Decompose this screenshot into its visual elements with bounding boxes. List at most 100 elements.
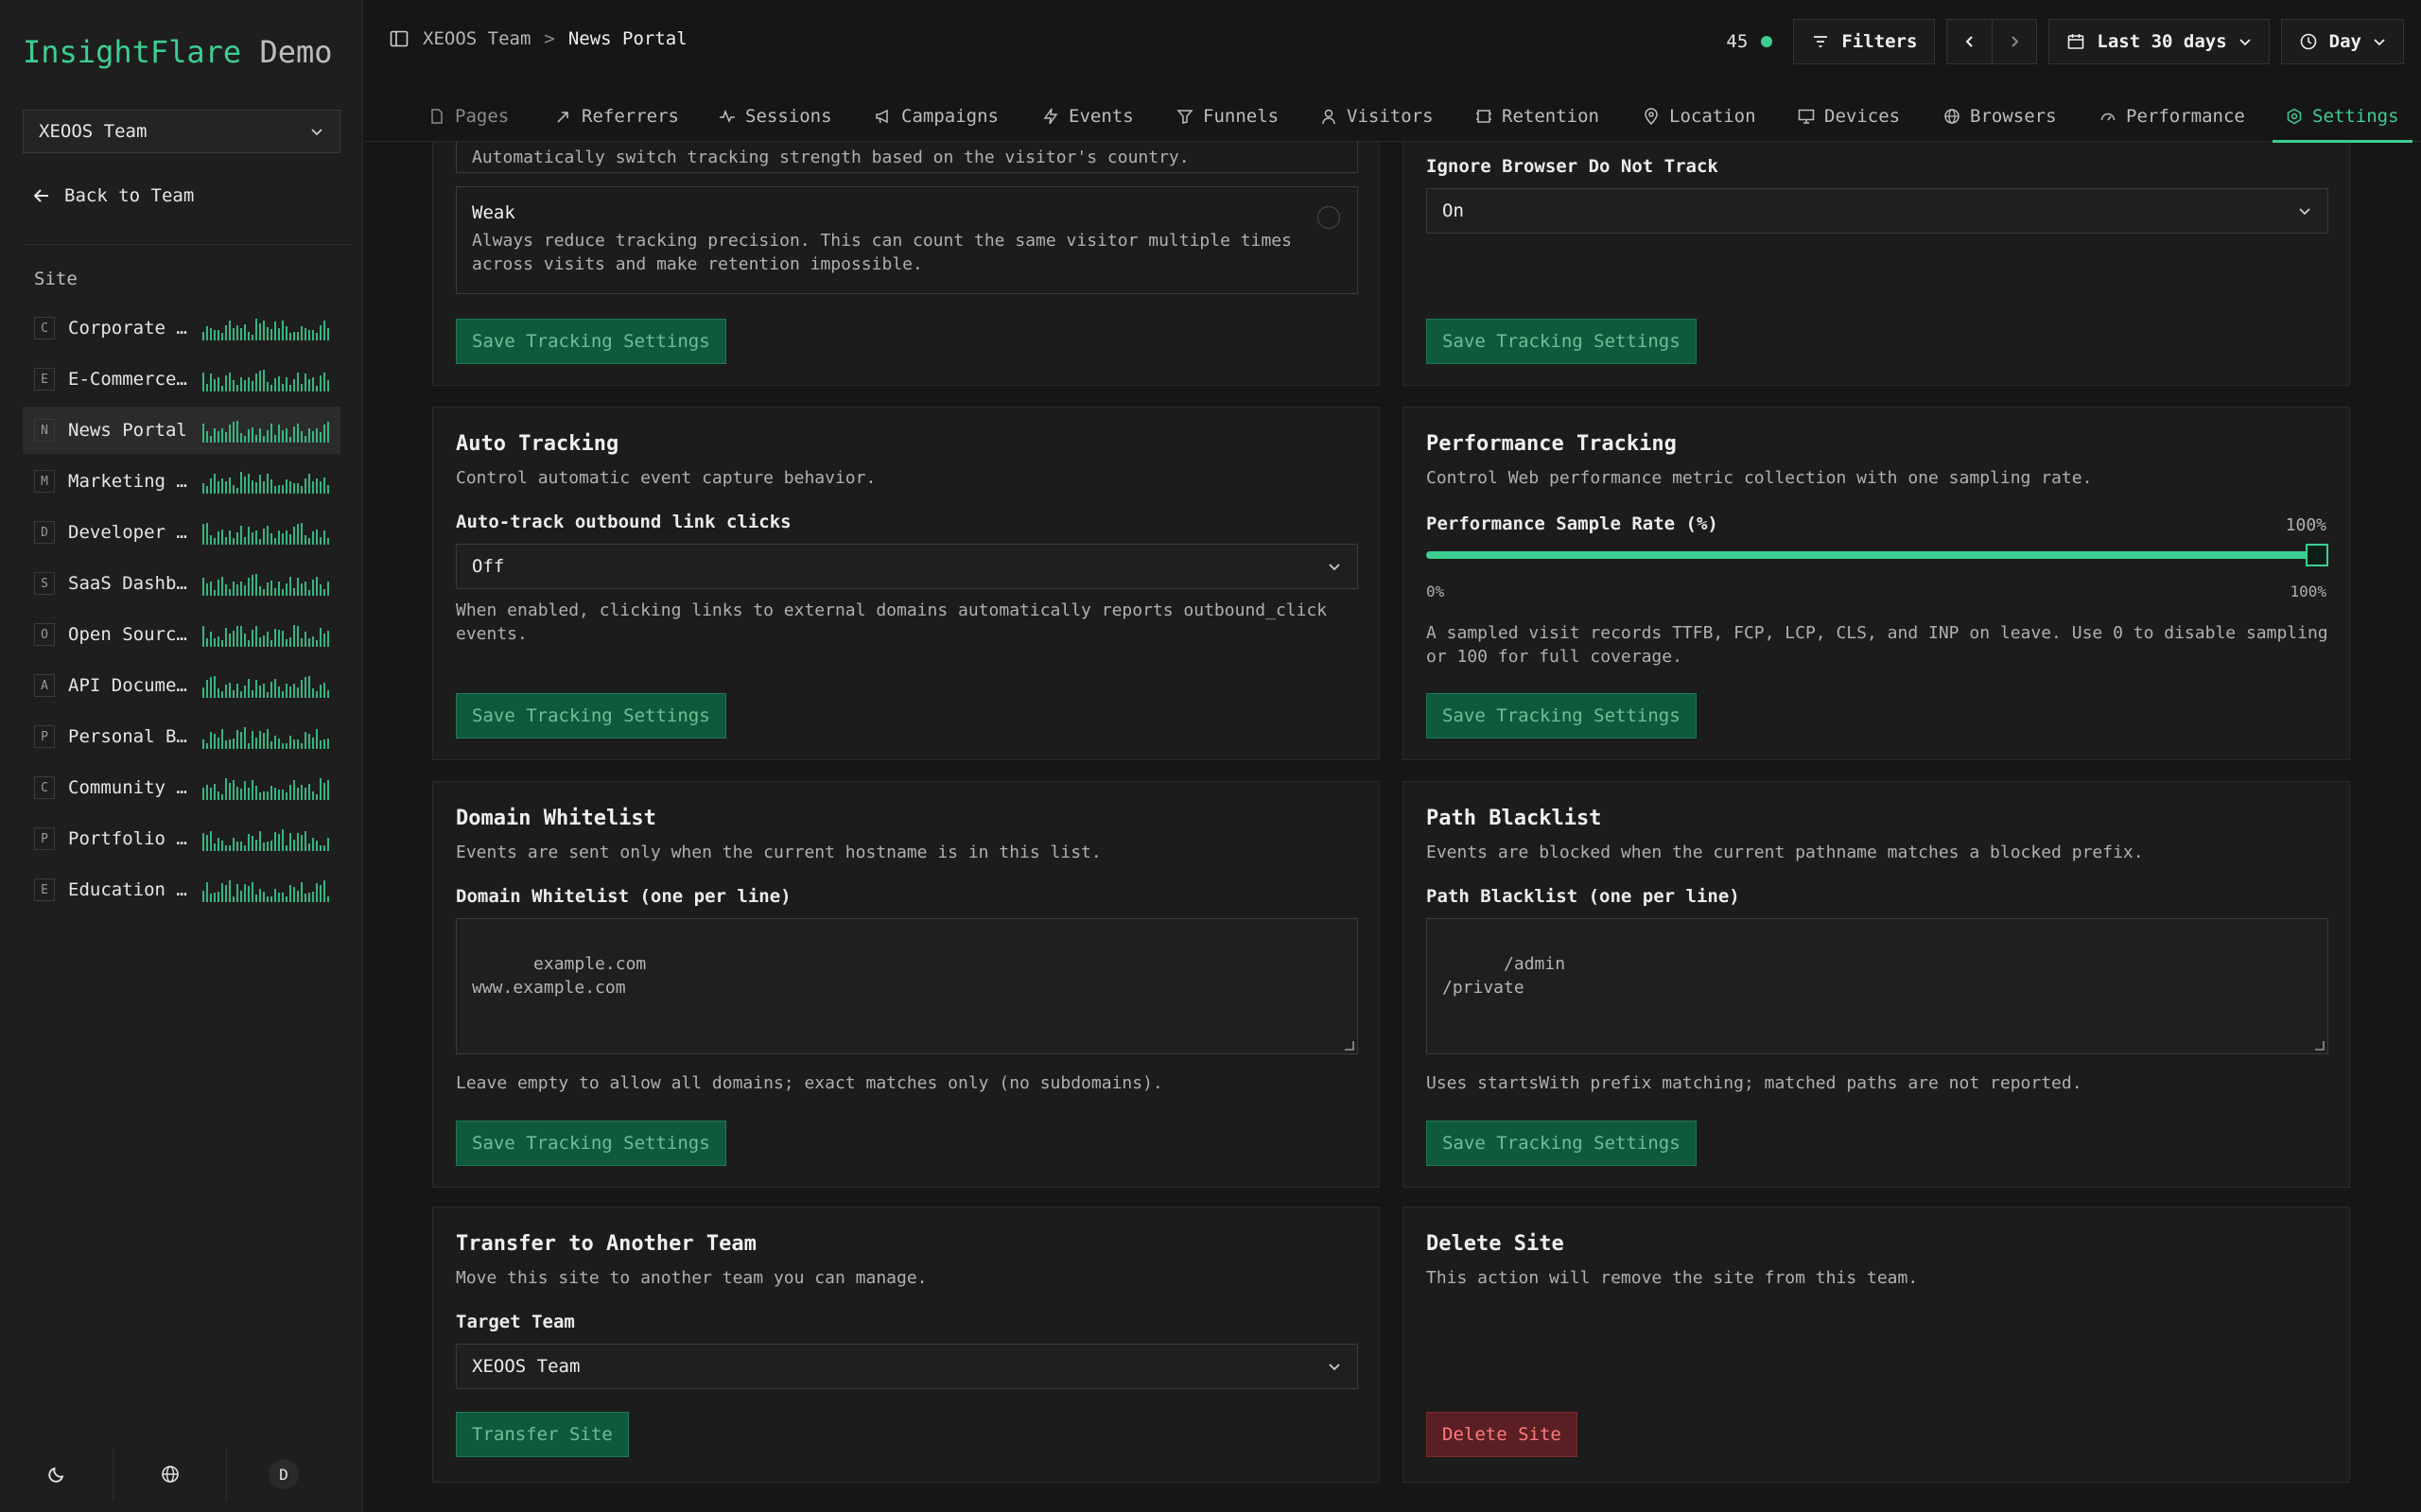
sparkline-bar xyxy=(255,840,257,851)
save-tracking-settings-button[interactable]: Save Tracking Settings xyxy=(1426,693,1697,739)
dnt-select[interactable]: On xyxy=(1426,188,2328,234)
save-tracking-settings-button[interactable]: Save Tracking Settings xyxy=(456,693,726,739)
sparkline-bar xyxy=(263,529,265,545)
tab-settings[interactable]: Settings xyxy=(2273,91,2412,143)
sparkline-bar xyxy=(327,780,329,800)
language-button[interactable] xyxy=(113,1448,227,1501)
site-name: Corporate Website xyxy=(68,318,191,339)
sparkline-bar xyxy=(218,481,219,494)
site-sparkline xyxy=(202,418,329,443)
tab-funnels[interactable]: Funnels xyxy=(1176,91,1279,142)
sample-rate-slider-fill[interactable] xyxy=(1426,551,2317,559)
sparkline-bar xyxy=(270,329,272,340)
sidebar-site-item[interactable]: N News Portal xyxy=(23,407,340,454)
sidebar-site-item[interactable]: D Developer Docs xyxy=(23,509,340,556)
tracking-option-weak[interactable]: Weak Always reduce tracking precision. T… xyxy=(456,186,1358,294)
tab-retention[interactable]: Retention xyxy=(1475,91,1599,142)
sparkline-bar xyxy=(301,384,303,391)
interval-select[interactable]: Day xyxy=(2280,19,2404,64)
sparkline-bar xyxy=(259,539,261,545)
breadcrumb-team[interactable]: XEOOS Team xyxy=(423,28,531,49)
weak-radio[interactable] xyxy=(1317,206,1340,229)
sidebar-site-item[interactable]: C Community Forum xyxy=(23,764,340,811)
date-range-select[interactable]: Last 30 days xyxy=(2048,19,2270,64)
tracking-option-country[interactable]: Automatically switch tracking strength b… xyxy=(456,142,1358,173)
outbound-clicks-select[interactable]: Off xyxy=(456,544,1358,589)
target-team-select[interactable]: XEOOS Team xyxy=(456,1344,1358,1389)
previous-range-button[interactable] xyxy=(1946,19,1993,64)
save-tracking-settings-button[interactable]: Save Tracking Settings xyxy=(456,1121,726,1166)
sidebar-site-item[interactable]: P Personal Blog xyxy=(23,713,340,760)
sidebar-site-item[interactable]: P Portfolio Site xyxy=(23,815,340,862)
sidebar-site-item[interactable]: E Education Platform xyxy=(23,866,340,913)
next-range-button[interactable] xyxy=(1992,19,2038,64)
sparkline-bar xyxy=(214,379,216,391)
sparkline-bar xyxy=(286,428,287,443)
sidebar-site-item[interactable]: O Open Source Project xyxy=(23,611,340,658)
range-stepper xyxy=(1946,19,2038,64)
tab-visitors[interactable]: Visitors xyxy=(1320,91,1434,142)
sparkline-bar xyxy=(221,478,223,494)
chevron-right-icon xyxy=(2007,34,2022,49)
sparkline-bar xyxy=(327,485,329,494)
user-menu-button[interactable]: D xyxy=(227,1448,340,1501)
sparkline-bar xyxy=(316,478,318,494)
tab-campaigns[interactable]: Campaigns xyxy=(875,91,999,142)
tab-label: Visitors xyxy=(1347,106,1434,127)
sparkline-bar xyxy=(316,386,318,391)
sparkline-bar xyxy=(320,375,322,391)
delete-site-button[interactable]: Delete Site xyxy=(1426,1412,1577,1457)
tab-location[interactable]: Location xyxy=(1643,91,1756,142)
sparkline-bar xyxy=(248,834,250,851)
transfer-site-button[interactable]: Transfer Site xyxy=(456,1412,629,1457)
tab-sessions[interactable]: Sessions xyxy=(719,91,832,142)
resize-handle-icon[interactable] xyxy=(2315,1041,2325,1051)
sparkline-bar xyxy=(286,530,287,545)
sidebar-toggle-icon[interactable] xyxy=(389,28,409,49)
sparkline-bar xyxy=(320,432,322,443)
sparkline-bar xyxy=(252,427,253,443)
resize-handle-icon[interactable] xyxy=(1345,1041,1354,1051)
save-tracking-settings-button[interactable]: Save Tracking Settings xyxy=(456,319,726,364)
bolt-icon xyxy=(1042,108,1059,125)
card-title: Domain Whitelist xyxy=(456,807,656,830)
field-label: Path Blacklist (one per line) xyxy=(1426,886,1740,907)
brand-logo[interactable]: InsightFlare Demo xyxy=(23,34,333,70)
tab-pages[interactable]: Pages xyxy=(428,91,509,142)
sparkline-bar xyxy=(206,523,208,545)
back-to-team-link[interactable]: Back to Team xyxy=(32,185,194,206)
domain-whitelist-textarea[interactable]: example.com www.example.com xyxy=(456,918,1358,1054)
sidebar-site-item[interactable]: C Corporate Website xyxy=(23,304,340,352)
team-selector[interactable]: XEOOS Team xyxy=(23,110,340,153)
tab-devices[interactable]: Devices xyxy=(1798,91,1900,142)
tab-label: Funnels xyxy=(1203,106,1280,127)
funnel-icon xyxy=(1176,108,1193,125)
sidebar-site-item[interactable]: M Marketing Landing xyxy=(23,458,340,505)
filters-button[interactable]: Filters xyxy=(1793,19,1936,64)
sparkline-bar xyxy=(289,637,291,647)
sparkline-bar xyxy=(320,628,322,647)
sparkline-bar xyxy=(214,784,216,800)
tab-browsers[interactable]: Browsers xyxy=(1943,91,2057,142)
sparkline-bar xyxy=(274,679,276,698)
interval-value: Day xyxy=(2328,31,2361,52)
sparkline-bar xyxy=(202,891,204,902)
sparkline-bar xyxy=(278,328,280,340)
sparkline-bar xyxy=(289,333,291,340)
option-title: Weak xyxy=(472,202,515,223)
theme-toggle-button[interactable] xyxy=(0,1448,113,1501)
sparkline-bar xyxy=(297,739,299,749)
sidebar-site-item[interactable]: A API Documentation xyxy=(23,662,340,709)
path-blacklist-textarea[interactable]: /admin /private xyxy=(1426,918,2328,1054)
sparkline-bar xyxy=(259,586,261,596)
sidebar-site-item[interactable]: S SaaS Dashboard xyxy=(23,560,340,607)
tab-performance[interactable]: Performance xyxy=(2099,91,2245,142)
save-tracking-settings-button[interactable]: Save Tracking Settings xyxy=(1426,319,1697,364)
sparkline-bar xyxy=(297,788,299,800)
sparkline-bar xyxy=(225,432,227,443)
save-tracking-settings-button[interactable]: Save Tracking Settings xyxy=(1426,1121,1697,1166)
sidebar-site-item[interactable]: E E-Commerce Store xyxy=(23,356,340,403)
tab-referrers[interactable]: Referrers xyxy=(555,91,679,142)
sample-rate-slider-thumb[interactable] xyxy=(2306,544,2328,566)
tab-events[interactable]: Events xyxy=(1042,91,1134,142)
